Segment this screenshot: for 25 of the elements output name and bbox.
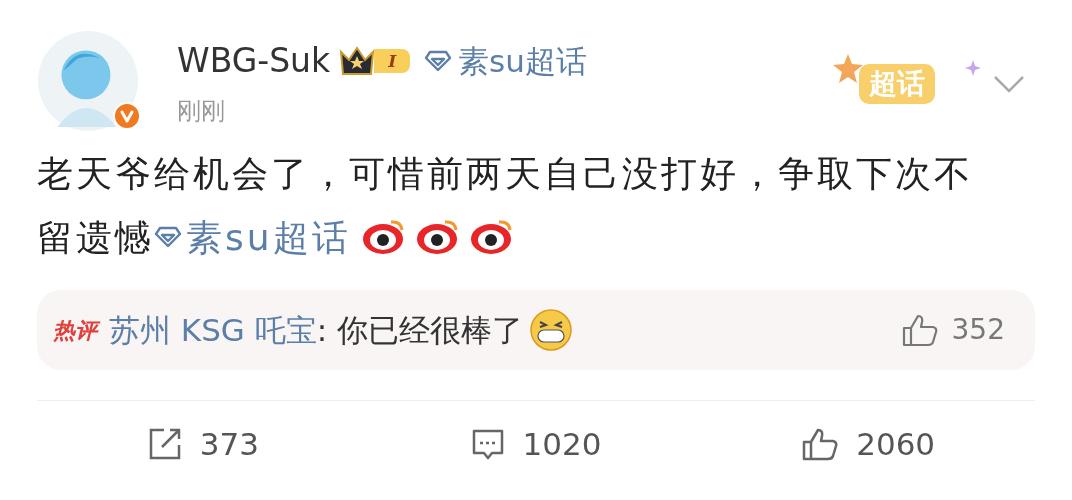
star-icon <box>831 52 865 86</box>
supertopic-link[interactable]: 素su超话 <box>424 38 587 85</box>
post-time: 刚刚 <box>177 95 226 127</box>
repost-count: 373 <box>199 425 259 464</box>
grin-emoji-icon <box>529 308 574 352</box>
hot-comment-text: 苏州 KSG 吒宝: 你已经很棒了 <box>109 306 574 354</box>
post-text: 老天爷给机会了，可惜前两天自己没打好，争取下次不留遗憾 素su超话 <box>37 152 974 260</box>
like-count: 2060 <box>856 425 936 464</box>
hot-comment-card[interactable]: 热评 苏州 KSG 吒宝: 你已经很棒了 352 <box>37 290 1035 370</box>
avatar[interactable] <box>37 30 139 132</box>
diamond-icon <box>424 50 453 73</box>
sparkle-icon <box>965 60 981 76</box>
weibo-emoji-icon <box>414 218 459 256</box>
supertopic-link[interactable]: 素su超话 <box>154 217 351 258</box>
like-count: 352 <box>951 312 1005 348</box>
weibo-emoji-icon <box>360 218 405 256</box>
diamond-icon <box>154 226 182 248</box>
thumbs-up-icon[interactable] <box>802 427 839 462</box>
member-badge: I <box>338 44 411 79</box>
comment-icon[interactable] <box>470 427 505 462</box>
thumbs-up-icon[interactable] <box>901 313 938 347</box>
username[interactable]: WBG-Suk <box>177 39 331 84</box>
share-icon[interactable] <box>147 427 182 462</box>
weibo-emoji-icon <box>468 218 513 256</box>
comment-count: 1020 <box>522 425 602 464</box>
